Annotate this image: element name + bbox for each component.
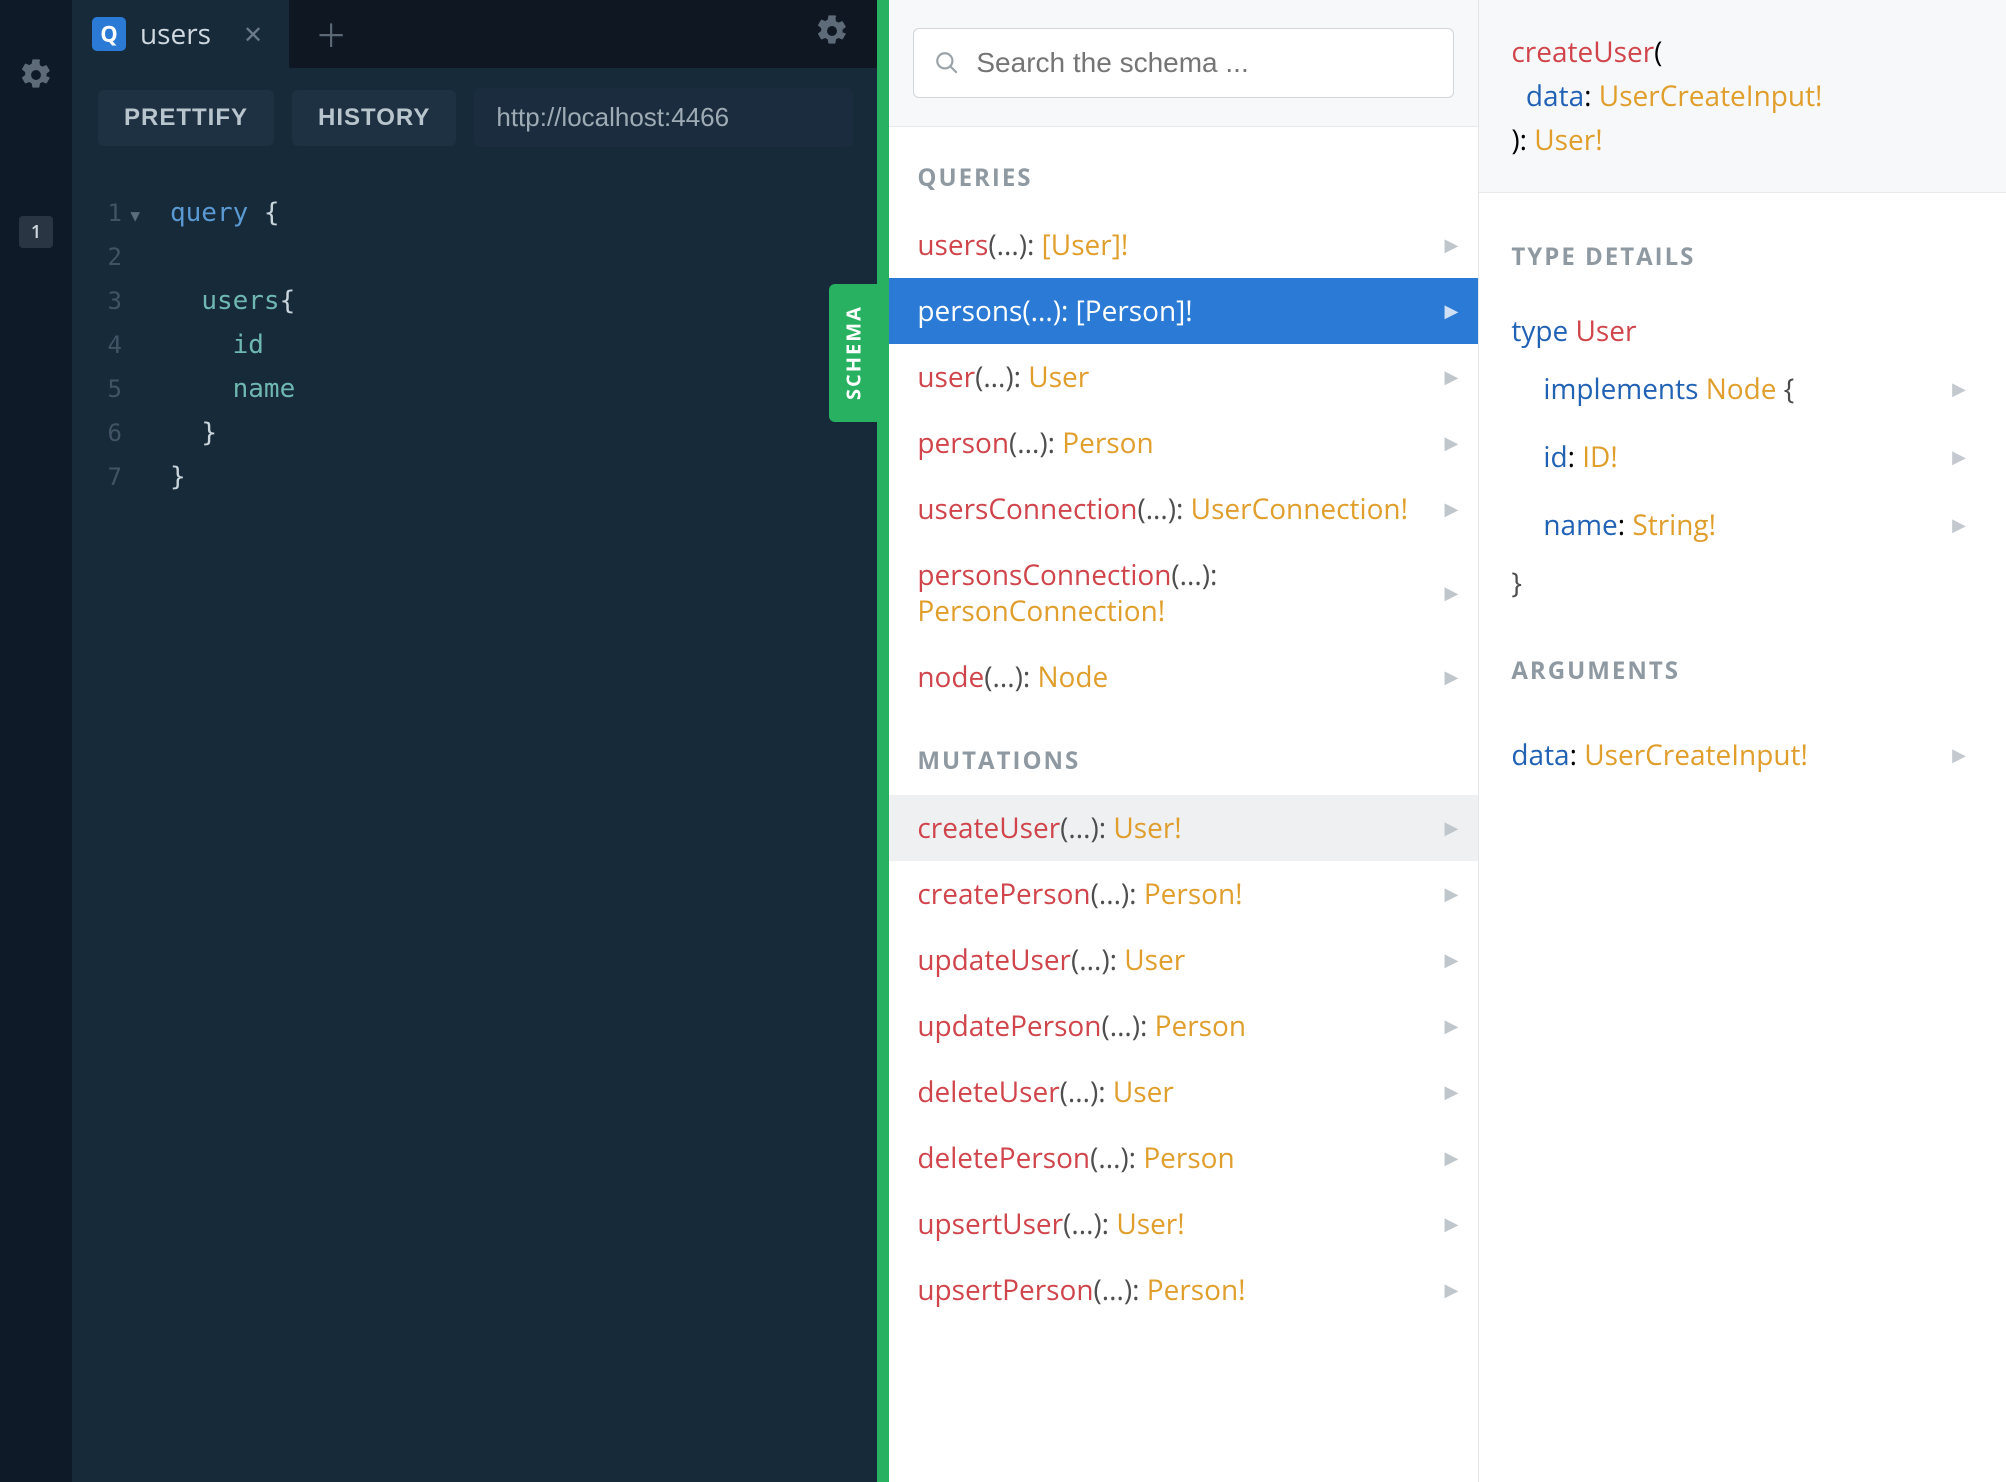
queries-heading: QUERIES	[889, 127, 1478, 212]
code-area[interactable]: query { users{ id name } }	[128, 157, 877, 1482]
prettify-button[interactable]: PRETTIFY	[98, 90, 274, 146]
chevron-right-icon: ▶	[1952, 433, 1966, 481]
query-row-users[interactable]: users(...): [User]!▶	[889, 212, 1478, 278]
chevron-right-icon: ▶	[1445, 1008, 1459, 1044]
details-body: TYPE DETAILS type User implements Node {…	[1479, 193, 2006, 819]
chevron-right-icon: ▶	[1445, 810, 1459, 846]
signature-box: createUser( data: UserCreateInput! ): Us…	[1479, 0, 2006, 193]
mutation-row-upsertuser[interactable]: upsertUser(...): User!▶	[889, 1191, 1478, 1257]
chevron-right-icon: ▶	[1952, 365, 1966, 413]
chevron-right-icon: ▶	[1445, 425, 1459, 461]
app-root: 1 Q users ✕ ＋ PRETTIFY HISTORY 1▼ 2	[0, 0, 2006, 1482]
chevron-right-icon: ▶	[1445, 359, 1459, 395]
tab-title: users	[140, 15, 211, 53]
mutations-list: createUser(...): User!▶ createPerson(...…	[889, 795, 1478, 1323]
chevron-right-icon: ▶	[1445, 293, 1459, 329]
query-badge-icon: Q	[92, 17, 126, 51]
query-row-person[interactable]: person(...): Person▶	[889, 410, 1478, 476]
toolbar: PRETTIFY HISTORY	[72, 68, 877, 157]
new-tab-button[interactable]: ＋	[295, 0, 367, 68]
argument-row-data[interactable]: data: UserCreateInput! ▶	[1511, 721, 1974, 789]
chevron-right-icon: ▶	[1445, 1272, 1459, 1308]
queries-list: users(...): [User]!▶ persons(...): [Pers…	[889, 212, 1478, 710]
schema-search-wrap	[889, 0, 1478, 127]
chevron-right-icon: ▶	[1445, 1074, 1459, 1110]
editor-tab-users[interactable]: Q users ✕	[72, 0, 289, 68]
implements-row[interactable]: implements Node { ▶	[1511, 355, 1974, 423]
mutation-row-deleteuser[interactable]: deleteUser(...): User▶	[889, 1059, 1478, 1125]
schema-divider: SCHEMA	[877, 0, 889, 1482]
plus-icon: ＋	[315, 11, 347, 57]
search-icon	[934, 50, 960, 76]
query-row-persons[interactable]: persons(...): [Person]!▶	[889, 278, 1478, 344]
type-details-panel: createUser( data: UserCreateInput! ): Us…	[1479, 0, 2006, 1482]
close-brace: }	[1511, 559, 1974, 607]
query-row-personsconnection[interactable]: personsConnection(...): PersonConnection…	[889, 542, 1478, 644]
query-row-user[interactable]: user(...): User▶	[889, 344, 1478, 410]
mutation-row-updateperson[interactable]: updatePerson(...): Person▶	[889, 993, 1478, 1059]
type-declaration: type User	[1511, 307, 1974, 355]
schema-explorer: QUERIES users(...): [User]!▶ persons(...…	[889, 0, 1479, 1482]
mutation-row-upsertperson[interactable]: upsertPerson(...): Person!▶	[889, 1257, 1478, 1323]
editor[interactable]: 1▼ 2 3 4 5 6 7 query { users{ id name } …	[72, 157, 877, 1482]
history-button[interactable]: HISTORY	[292, 90, 456, 146]
workspace-badge[interactable]: 1	[19, 216, 53, 248]
mutation-row-updateuser[interactable]: updateUser(...): User▶	[889, 927, 1478, 993]
query-row-usersconnection[interactable]: usersConnection(...): UserConnection!▶	[889, 476, 1478, 542]
chevron-right-icon: ▶	[1952, 501, 1966, 549]
type-details-heading: TYPE DETAILS	[1511, 233, 1974, 281]
chevron-right-icon: ▶	[1445, 227, 1459, 263]
chevron-right-icon: ▶	[1445, 942, 1459, 978]
schema-search-box[interactable]	[913, 28, 1454, 98]
mutations-heading: MUTATIONS	[889, 710, 1478, 795]
fold-arrow-icon[interactable]: ▼	[130, 194, 140, 238]
mutation-row-createperson[interactable]: createPerson(...): Person!▶	[889, 861, 1478, 927]
arguments-heading: ARGUMENTS	[1511, 647, 1974, 695]
tab-bar: Q users ✕ ＋	[72, 0, 877, 68]
query-row-node[interactable]: node(...): Node▶	[889, 644, 1478, 710]
left-gutter: 1	[0, 0, 72, 1482]
settings-gear-icon[interactable]	[19, 58, 53, 92]
chevron-right-icon: ▶	[1445, 876, 1459, 912]
chevron-right-icon: ▶	[1445, 575, 1459, 611]
mutation-row-createuser[interactable]: createUser(...): User!▶	[889, 795, 1478, 861]
chevron-right-icon: ▶	[1952, 731, 1966, 779]
line-gutter: 1▼ 2 3 4 5 6 7	[72, 157, 128, 1482]
chevron-right-icon: ▶	[1445, 659, 1459, 695]
schema-search-input[interactable]	[976, 47, 1433, 79]
main-area: Q users ✕ ＋ PRETTIFY HISTORY 1▼ 2 3 4 5	[72, 0, 877, 1482]
endpoint-input[interactable]	[474, 88, 853, 147]
close-icon[interactable]: ✕	[243, 18, 263, 51]
mutation-row-deleteperson[interactable]: deletePerson(...): Person▶	[889, 1125, 1478, 1191]
chevron-right-icon: ▶	[1445, 491, 1459, 527]
field-row-name[interactable]: name: String! ▶	[1511, 491, 1974, 559]
chevron-right-icon: ▶	[1445, 1206, 1459, 1242]
chevron-right-icon: ▶	[1445, 1140, 1459, 1176]
tab-settings-gear-icon[interactable]	[815, 14, 849, 48]
field-row-id[interactable]: id: ID! ▶	[1511, 423, 1974, 491]
schema-toggle-tab[interactable]: SCHEMA	[829, 284, 877, 422]
